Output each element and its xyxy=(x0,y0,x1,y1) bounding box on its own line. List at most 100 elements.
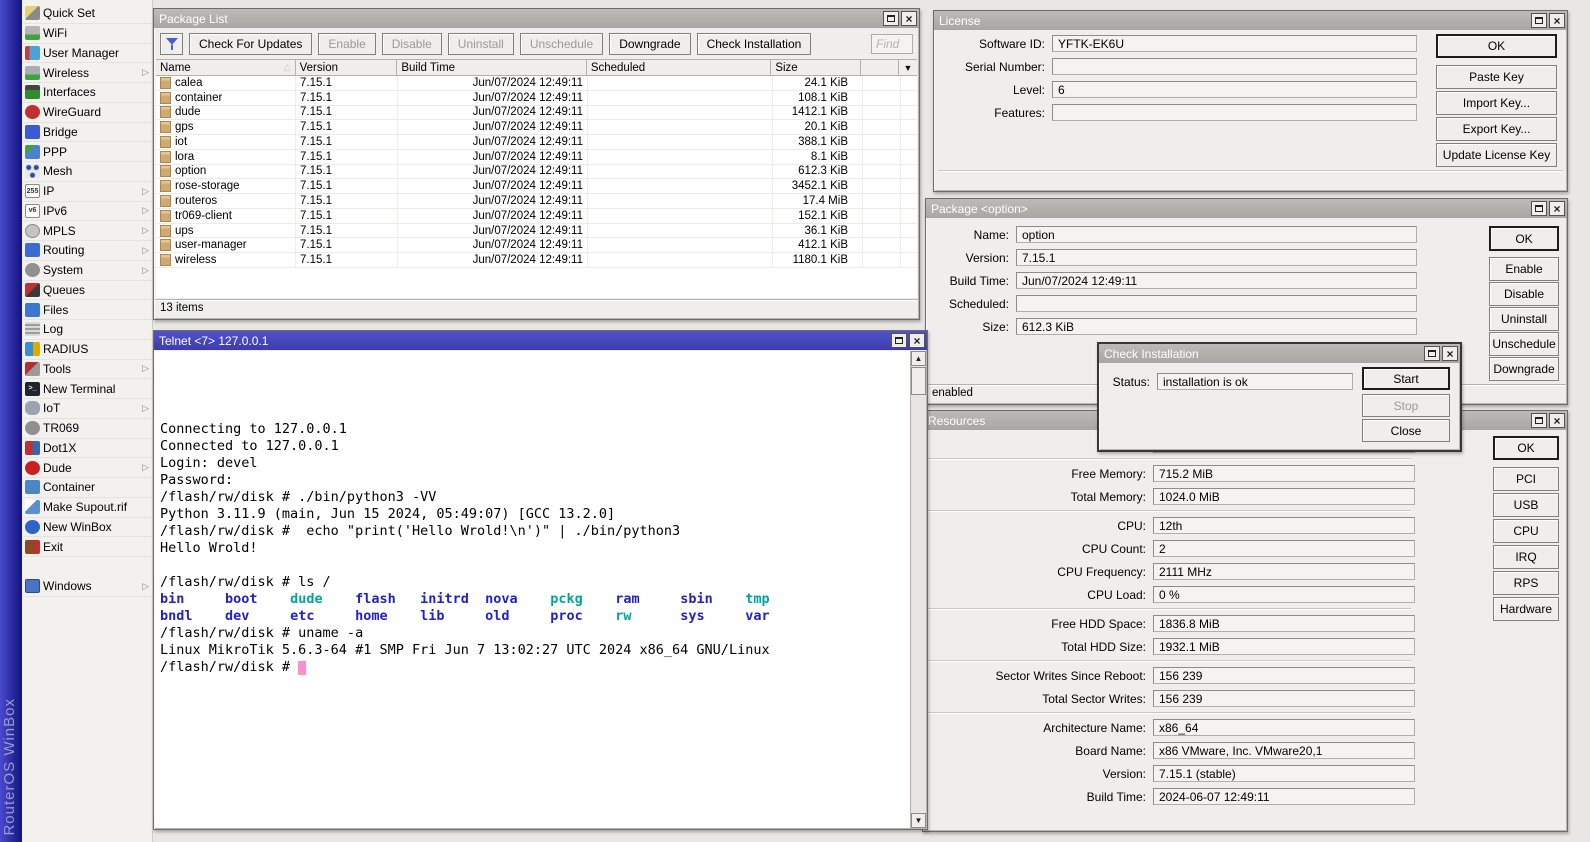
cpu-field[interactable]: 12th xyxy=(1153,517,1415,534)
scheduled-field[interactable] xyxy=(1016,295,1417,312)
sidebar-item-new-terminal[interactable]: >_New Terminal xyxy=(22,379,152,399)
column-picker-button[interactable]: ▼ xyxy=(899,60,917,75)
total-memory-field[interactable]: 1024.0 MiB xyxy=(1153,488,1415,505)
sidebar-item-interfaces[interactable]: Interfaces xyxy=(22,83,152,103)
cpu-count-field[interactable]: 2 xyxy=(1153,540,1415,557)
uninstall-button[interactable]: Uninstall xyxy=(1489,307,1559,331)
import-key-button[interactable]: Import Key... xyxy=(1436,91,1557,115)
filter-button[interactable] xyxy=(160,33,183,55)
maximize-button[interactable] xyxy=(883,11,899,26)
sidebar-item-mesh[interactable]: Mesh xyxy=(22,162,152,182)
sidebar-item-ip[interactable]: 255IP▷ xyxy=(22,182,152,202)
maximize-button[interactable] xyxy=(1531,413,1547,428)
table-row[interactable]: routeros7.15.1Jun/07/2024 12:49:1117.4 M… xyxy=(156,194,917,209)
update-license-key-button[interactable]: Update License Key xyxy=(1436,143,1557,167)
sidebar-item-log[interactable]: Log xyxy=(22,320,152,340)
scrollbar-thumb[interactable] xyxy=(911,367,926,395)
cpu-load-field[interactable]: 0 % xyxy=(1153,586,1415,603)
paste-key-button[interactable]: Paste Key xyxy=(1436,65,1557,89)
column-header-name[interactable]: Name △ xyxy=(156,60,296,75)
sidebar-item-make-supout-rif[interactable]: Make Supout.rif xyxy=(22,498,152,518)
column-header-scheduled[interactable]: Scheduled xyxy=(587,60,771,75)
board-name-field[interactable]: x86 VMware, Inc. VMware20,1 xyxy=(1153,742,1415,759)
sidebar-item-wireless[interactable]: Wireless▷ xyxy=(22,63,152,83)
sidebar-item-dot1x[interactable]: Dot1X xyxy=(22,439,152,459)
table-row[interactable]: option7.15.1Jun/07/2024 12:49:11612.3 Ki… xyxy=(156,165,917,180)
unschedule-button[interactable]: Unschedule xyxy=(1489,332,1559,356)
sidebar-item-new-winbox[interactable]: New WinBox xyxy=(22,518,152,538)
close-button[interactable]: × xyxy=(1549,13,1565,28)
free-hdd-space-field[interactable]: 1836.8 MiB xyxy=(1153,615,1415,632)
downgrade-button[interactable]: Downgrade xyxy=(609,33,690,55)
total-sector-writes-field[interactable]: 156 239 xyxy=(1153,690,1415,707)
column-header-size[interactable]: Size xyxy=(771,60,861,75)
cpu-button[interactable]: CPU xyxy=(1493,519,1559,543)
downgrade-button[interactable]: Downgrade xyxy=(1489,357,1559,381)
titlebar[interactable]: Check Installation × xyxy=(1099,344,1460,363)
status-field[interactable]: installation is ok xyxy=(1157,373,1353,390)
table-row[interactable]: lora7.15.1Jun/07/2024 12:49:118.1 KiB xyxy=(156,150,917,165)
ok-button[interactable]: OK xyxy=(1489,226,1559,251)
sidebar-item-iot[interactable]: IoT▷ xyxy=(22,399,152,419)
version-field[interactable]: 7.15.1 xyxy=(1016,249,1417,266)
sector-writes-since-reboot-field[interactable]: 156 239 xyxy=(1153,667,1415,684)
sidebar-item-windows[interactable]: Windows▷ xyxy=(22,577,152,597)
terminal-area[interactable]: Connecting to 127.0.0.1 Connected to 127… xyxy=(155,351,910,828)
size-field[interactable]: 612.3 KiB xyxy=(1016,318,1417,335)
close-button[interactable]: × xyxy=(909,333,925,348)
sidebar-item-wifi[interactable]: WiFi xyxy=(22,24,152,44)
sidebar-item-system[interactable]: System▷ xyxy=(22,261,152,281)
close-button[interactable]: Close xyxy=(1362,419,1450,442)
sidebar-item-queues[interactable]: Queues xyxy=(22,281,152,301)
table-row[interactable]: dude7.15.1Jun/07/2024 12:49:111412.1 KiB xyxy=(156,106,917,121)
usb-button[interactable]: USB xyxy=(1493,493,1559,517)
pci-button[interactable]: PCI xyxy=(1493,467,1559,491)
sidebar-item-exit[interactable]: Exit xyxy=(22,537,152,557)
enable-button[interactable]: Enable xyxy=(318,33,375,55)
cpu-frequency-field[interactable]: 2111 MHz xyxy=(1153,563,1415,580)
sidebar-item-files[interactable]: Files xyxy=(22,300,152,320)
sidebar-item-tr069[interactable]: TR069 xyxy=(22,419,152,439)
scroll-down-button[interactable]: ▼ xyxy=(911,813,926,828)
name-field[interactable]: option xyxy=(1016,226,1417,243)
sidebar-item-dude[interactable]: Dude▷ xyxy=(22,458,152,478)
maximize-button[interactable] xyxy=(891,333,907,348)
total-hdd-size-field[interactable]: 1932.1 MiB xyxy=(1153,638,1415,655)
ok-button[interactable]: OK xyxy=(1493,436,1559,460)
export-key-button[interactable]: Export Key... xyxy=(1436,117,1557,141)
maximize-button[interactable] xyxy=(1424,346,1440,361)
scroll-up-button[interactable]: ▲ xyxy=(911,351,926,366)
table-row[interactable]: tr069-client7.15.1Jun/07/2024 12:49:1115… xyxy=(156,209,917,224)
sidebar-item-ppp[interactable]: PPP xyxy=(22,142,152,162)
start-button[interactable]: Start xyxy=(1362,367,1450,390)
maximize-button[interactable] xyxy=(1531,201,1547,216)
titlebar[interactable]: Package List × xyxy=(154,9,919,28)
table-row[interactable]: wireless7.15.1Jun/07/2024 12:49:111180.1… xyxy=(156,253,917,268)
close-button[interactable]: × xyxy=(901,11,917,26)
sidebar-item-bridge[interactable]: Bridge xyxy=(22,123,152,143)
ok-button[interactable]: OK xyxy=(1436,34,1557,58)
sidebar-item-user-manager[interactable]: User Manager xyxy=(22,44,152,64)
close-button[interactable]: × xyxy=(1549,201,1565,216)
hardware-button[interactable]: Hardware xyxy=(1493,597,1559,621)
maximize-button[interactable] xyxy=(1531,13,1547,28)
uninstall-button[interactable]: Uninstall xyxy=(448,33,514,55)
sidebar-item-radius[interactable]: RADIUS xyxy=(22,340,152,360)
irq-button[interactable]: IRQ xyxy=(1493,545,1559,569)
column-header-version[interactable]: Version xyxy=(296,60,398,75)
table-row[interactable]: calea7.15.1Jun/07/2024 12:49:1124.1 KiB xyxy=(156,76,917,91)
sidebar-item-ipv6[interactable]: v6IPv6▷ xyxy=(22,202,152,222)
enable-button[interactable]: Enable xyxy=(1489,257,1559,281)
close-button[interactable]: × xyxy=(1549,413,1565,428)
serial-number-field[interactable] xyxy=(1052,58,1417,75)
sidebar-item-container[interactable]: Container xyxy=(22,478,152,498)
build-time-field[interactable]: 2024-06-07 12:49:11 xyxy=(1153,788,1415,805)
titlebar[interactable]: Package <option> × xyxy=(926,199,1567,218)
column-header-build-time[interactable]: Build Time xyxy=(397,60,586,75)
disable-button[interactable]: Disable xyxy=(382,33,442,55)
stop-button[interactable]: Stop xyxy=(1362,394,1450,417)
level-field[interactable]: 6 xyxy=(1052,81,1417,98)
version-field[interactable]: 7.15.1 (stable) xyxy=(1153,765,1415,782)
table-row[interactable]: ups7.15.1Jun/07/2024 12:49:1136.1 KiB xyxy=(156,224,917,239)
unschedule-button[interactable]: Unschedule xyxy=(520,33,603,55)
